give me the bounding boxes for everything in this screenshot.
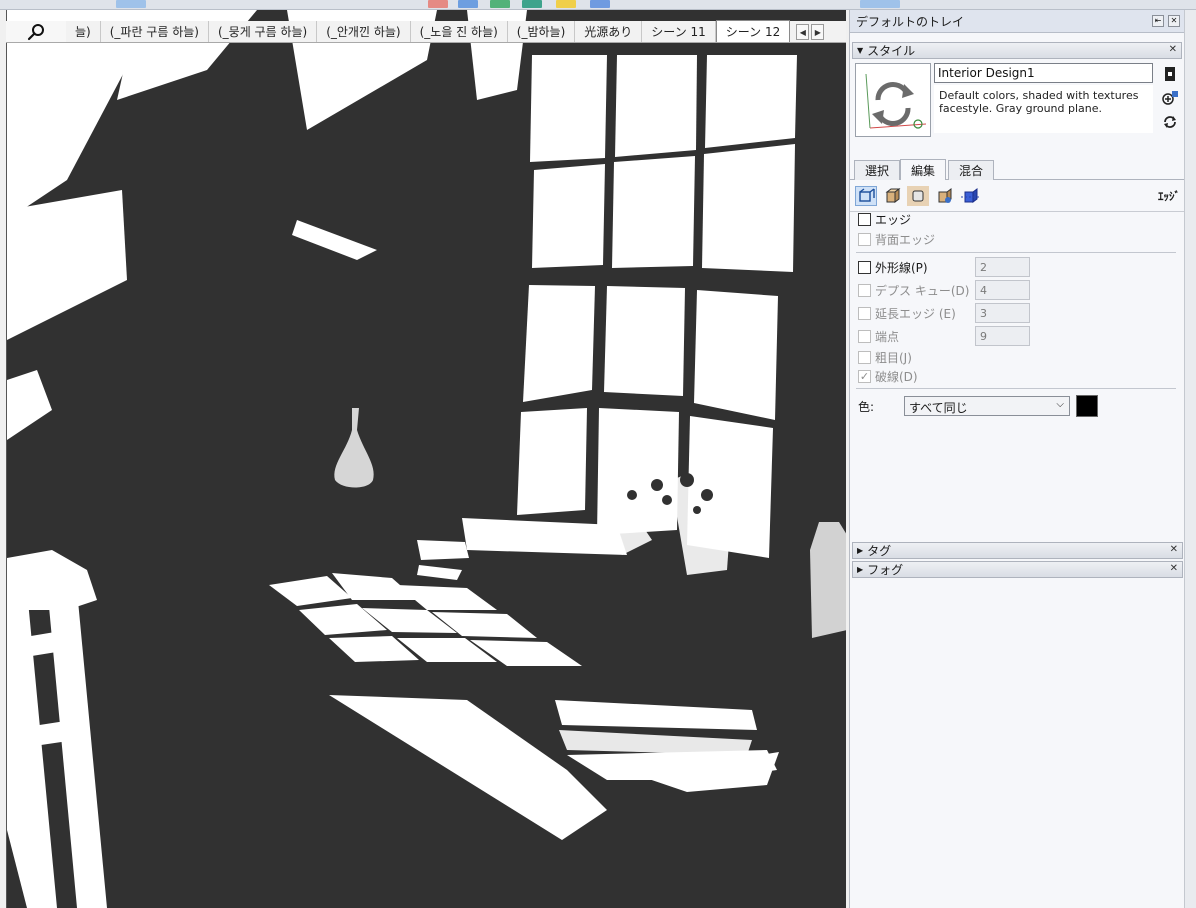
tags-panel-title: タグ — [867, 544, 892, 558]
style-tabs: 選択 編集 混合 — [850, 158, 1184, 180]
top-toolbar — [0, 0, 1196, 10]
scene-tab[interactable]: (_노을 진 하늘) — [411, 21, 508, 42]
toolbar-active-icon[interactable] — [860, 0, 900, 8]
profiles-option[interactable]: 外形線(P) — [858, 258, 928, 276]
edge-color-swatch[interactable] — [1076, 395, 1098, 417]
back-edges-label: 背面エッジ — [875, 232, 936, 247]
style-description[interactable]: Default colors, shaded with textures fac… — [934, 85, 1153, 133]
dashes-checkbox-checked-icon[interactable]: ✓ — [858, 369, 871, 383]
extension-option[interactable]: 延長エッジ (E) — [858, 304, 956, 322]
toolbar-color-icon[interactable] — [556, 0, 576, 8]
toolbar-select-icon[interactable] — [116, 0, 146, 8]
depth-cue-label: デプス キュー(D) — [875, 283, 970, 298]
divider — [856, 388, 1176, 389]
background-settings-icon[interactable] — [907, 186, 929, 206]
watermark-settings-icon[interactable] — [933, 186, 955, 206]
toolbar-color-icon[interactable] — [490, 0, 510, 8]
toolbar-color-icon[interactable] — [522, 0, 542, 8]
model-viewport[interactable] — [6, 10, 846, 908]
scene-search-button[interactable] — [6, 21, 66, 42]
edit-section-label: ｴｯｼﾞ — [1158, 190, 1180, 203]
jitter-option[interactable]: 粗目(J) — [858, 348, 912, 366]
profiles-width-input[interactable]: 2 — [975, 257, 1030, 277]
edge-settings-icon[interactable] — [855, 186, 877, 206]
scene-tab[interactable]: 光源あり — [575, 21, 643, 42]
jitter-checkbox[interactable] — [858, 350, 871, 364]
close-icon[interactable]: ✕ — [1169, 44, 1177, 55]
pin-icon[interactable]: ⇤ — [1152, 15, 1164, 27]
scene-tab[interactable]: 늘) — [66, 21, 101, 42]
edges-checkbox[interactable] — [858, 212, 871, 226]
scene-tab[interactable]: シーン 11 — [642, 21, 716, 42]
depth-cue-option[interactable]: デプス キュー(D) — [858, 281, 969, 299]
back-edges-checkbox[interactable] — [858, 232, 871, 246]
extension-checkbox[interactable] — [858, 306, 871, 320]
expand-triangle-icon: ▶ — [857, 565, 864, 574]
dashes-label: 破線(D) — [875, 369, 918, 384]
add-style-icon[interactable] — [1161, 89, 1179, 107]
style-thumbnail[interactable] — [855, 63, 931, 137]
tags-panel-header[interactable]: ▶ タグ ✕ — [852, 542, 1183, 559]
back-edges-option[interactable]: 背面エッジ — [858, 230, 935, 248]
styles-panel-header[interactable]: ▼ スタイル ✕ — [852, 42, 1182, 59]
endpoints-label: 端点 — [875, 329, 900, 344]
modeling-settings-icon[interactable] — [959, 186, 981, 206]
color-label: 色: — [858, 400, 875, 414]
collapse-triangle-icon: ▼ — [857, 46, 864, 55]
depth-cue-checkbox[interactable] — [858, 283, 871, 297]
search-icon — [27, 23, 44, 40]
extension-input[interactable]: 3 — [975, 303, 1030, 323]
endpoints-checkbox[interactable] — [858, 329, 871, 343]
tab-mix[interactable]: 混合 — [948, 160, 995, 180]
edge-color-row: 色: すべて同じ ⌵ — [858, 395, 1178, 417]
endpoints-option[interactable]: 端点 — [858, 327, 899, 345]
scene-tab-next-button[interactable]: ▶ — [811, 24, 825, 40]
tab-edit[interactable]: 編集 — [900, 159, 947, 180]
profiles-checkbox[interactable] — [858, 260, 871, 274]
jitter-label: 粗目(J) — [875, 350, 912, 365]
scene-tab[interactable]: (_뭉게 구름 하늘) — [209, 21, 318, 42]
chevron-down-icon: ⌵ — [1056, 399, 1064, 410]
style-name-input[interactable]: Interior Design1 — [934, 63, 1153, 83]
toolbar-color-icon[interactable] — [590, 0, 610, 8]
create-style-icon[interactable] — [1161, 65, 1179, 83]
fog-panel-header[interactable]: ▶ フォグ ✕ — [852, 561, 1183, 578]
window-edge — [1184, 10, 1196, 908]
edit-category-icons: ｴｯｼﾞ — [850, 180, 1184, 212]
profiles-label: 外形線(P) — [875, 260, 928, 275]
scene-tab-bar: 늘) (_파란 구름 하늘) (_뭉게 구름 하늘) (_안개낀 하늘) (_노… — [6, 20, 846, 43]
close-icon[interactable]: ✕ — [1170, 544, 1178, 555]
tray-title-bar: デフォルトのトレイ ⇤ ✕ — [850, 10, 1184, 33]
tab-select[interactable]: 選択 — [854, 160, 901, 180]
color-mode-select[interactable]: すべて同じ ⌵ — [904, 396, 1070, 416]
toolbar-color-icon[interactable] — [458, 0, 478, 8]
default-tray: デフォルトのトレイ ⇤ ✕ ▼ スタイル ✕ Interior Design1 … — [849, 10, 1184, 908]
scene-tab-prev-button[interactable]: ◀ — [796, 24, 810, 40]
face-settings-icon[interactable] — [881, 186, 903, 206]
close-icon[interactable]: ✕ — [1168, 15, 1180, 27]
expand-triangle-icon: ▶ — [857, 546, 864, 555]
color-mode-value: すべて同じ — [909, 401, 968, 415]
scene-tab-active[interactable]: シーン 12 — [715, 20, 791, 42]
scene-tab[interactable]: (_안개낀 하늘) — [317, 21, 411, 42]
edges-option[interactable]: エッジ — [858, 210, 911, 228]
fog-panel-title: フォグ — [867, 563, 904, 577]
toolbar-color-icon[interactable] — [428, 0, 448, 8]
scene-render — [7, 10, 846, 908]
style-info: Interior Design1 Default colors, shaded … — [850, 59, 1184, 154]
update-style-icon — [865, 73, 927, 129]
endpoints-input[interactable]: 9 — [975, 326, 1030, 346]
extension-label: 延長エッジ (E) — [875, 306, 956, 321]
dashes-option[interactable]: ✓ 破線(D) — [858, 367, 918, 385]
scene-tab[interactable]: (_밤하늘) — [508, 21, 576, 42]
depth-cue-input[interactable]: 4 — [975, 280, 1030, 300]
scene-tab[interactable]: (_파란 구름 하늘) — [101, 21, 209, 42]
edges-label: エッジ — [875, 212, 912, 227]
divider — [856, 252, 1176, 253]
update-icon[interactable] — [1161, 113, 1179, 131]
tray-title: デフォルトのトレイ — [856, 14, 965, 29]
styles-panel-title: スタイル — [867, 44, 916, 58]
close-icon[interactable]: ✕ — [1170, 563, 1178, 574]
